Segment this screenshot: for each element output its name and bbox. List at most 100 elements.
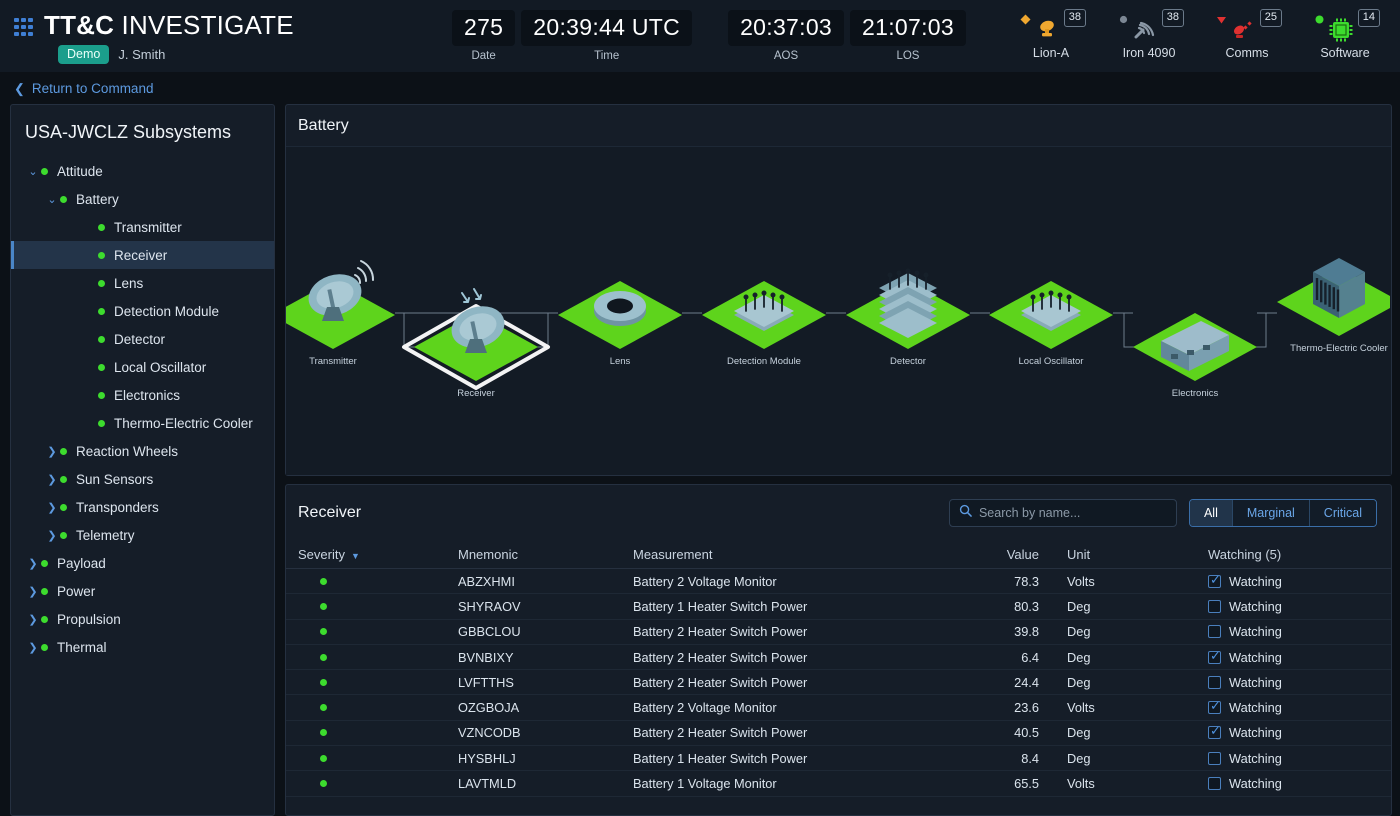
status-iron-4090[interactable]: 38 Iron 4090 (1110, 6, 1188, 60)
sidebar-item-lens[interactable]: Lens (11, 269, 274, 297)
chevron-right-icon[interactable]: ❯ (44, 473, 60, 486)
sidebar-item-telemetry[interactable]: ❯Telemetry (11, 521, 274, 549)
status-comms-label: Comms (1225, 46, 1268, 60)
table-row[interactable]: LAVTMLDBattery 1 Voltage Monitor65.5Volt… (286, 771, 1391, 796)
chevron-right-icon[interactable]: ❯ (25, 557, 41, 570)
sidebar-item-power[interactable]: ❯Power (11, 577, 274, 605)
chevron-right-icon[interactable]: ❯ (25, 613, 41, 626)
sidebar-item-label: Attitude (57, 164, 103, 179)
cell-watching[interactable]: Watching (1208, 650, 1391, 665)
cell-measurement: Battery 1 Heater Switch Power (633, 599, 933, 614)
table-row[interactable]: HYSBHLJBattery 1 Heater Switch Power8.4D… (286, 746, 1391, 771)
cell-unit: Volts (1053, 574, 1208, 589)
subsystem-diagram[interactable]: TransmitterReceiverLensDetection ModuleD… (286, 147, 1391, 475)
cell-watching[interactable]: Watching (1208, 599, 1391, 614)
cell-measurement: Battery 1 Voltage Monitor (633, 776, 933, 791)
sidebar-item-sun-sensors[interactable]: ❯ Sun Sensors (11, 465, 274, 493)
sidebar-item-transponders[interactable]: ❯Transponders (11, 493, 274, 521)
return-to-command-link[interactable]: ❮ Return to Command (14, 81, 153, 96)
sidebar-item-propulsion[interactable]: ❯Propulsion (11, 605, 274, 633)
sidebar-item-label: Sun Sensors (76, 472, 153, 487)
sidebar-item-payload[interactable]: ❯ Payload (11, 549, 274, 577)
chevron-down-icon[interactable]: ⌄ (44, 193, 60, 206)
cell-value: 40.5 (933, 725, 1053, 740)
watching-label: Watching (1229, 599, 1282, 614)
status-circle-green-icon (1314, 12, 1325, 30)
cell-unit: Deg (1053, 650, 1208, 665)
sidebar-item-thermal[interactable]: ❯Thermal (11, 633, 274, 661)
clock-los-value: 21:07:03 (850, 10, 966, 46)
watching-checkbox[interactable] (1208, 651, 1221, 664)
chevron-right-icon[interactable]: ❯ (25, 585, 41, 598)
sidebar-item-reaction-wheels[interactable]: ❯Reaction Wheels (11, 437, 274, 465)
cell-value: 6.4 (933, 650, 1053, 665)
filter-all[interactable]: All (1190, 500, 1233, 526)
column-header-mnemonic[interactable]: Mnemonic (458, 547, 633, 562)
sidebar-title: USA-JWCLZ Subsystems (11, 105, 274, 157)
cell-watching[interactable]: Watching (1208, 700, 1391, 715)
table-row[interactable]: GBBCLOUBattery 2 Heater Switch Power39.8… (286, 620, 1391, 645)
search-input[interactable] (979, 506, 1167, 520)
watching-checkbox[interactable] (1208, 600, 1221, 613)
table-row[interactable]: ABZXHMIBattery 2 Voltage Monitor78.3Volt… (286, 569, 1391, 594)
column-header-unit[interactable]: Unit (1053, 547, 1208, 562)
cell-watching[interactable]: Watching (1208, 675, 1391, 690)
chevron-right-icon[interactable]: ❯ (44, 529, 60, 542)
watching-checkbox[interactable] (1208, 777, 1221, 790)
cell-watching[interactable]: Watching (1208, 725, 1391, 740)
table-row[interactable]: LVFTTHSBattery 2 Heater Switch Power24.4… (286, 670, 1391, 695)
column-header-severity[interactable]: Severity▼ (298, 547, 458, 562)
status-lion-a[interactable]: 38 Lion-A (1012, 6, 1090, 60)
watching-checkbox[interactable] (1208, 752, 1221, 765)
watching-checkbox[interactable] (1208, 575, 1221, 588)
sidebar-item-transmitter[interactable]: Transmitter (11, 213, 274, 241)
status-comms[interactable]: 25 Comms (1208, 6, 1286, 60)
chevron-right-icon[interactable]: ❯ (44, 445, 60, 458)
status-iron-4090-badge: 38 (1162, 9, 1184, 27)
sidebar-item-detection-module[interactable]: Detection Module (11, 297, 274, 325)
severity-dot-icon (320, 755, 327, 762)
cell-mnemonic: BVNBIXY (458, 650, 633, 665)
sidebar-item-detector[interactable]: Detector (11, 325, 274, 353)
search-box[interactable] (949, 499, 1177, 527)
column-header-measurement[interactable]: Measurement (633, 547, 933, 562)
watching-checkbox[interactable] (1208, 701, 1221, 714)
sidebar-item-local-oscillator[interactable]: Local Oscillator (11, 353, 274, 381)
sidebar-item-label: Lens (114, 276, 143, 291)
measurements-table-body[interactable]: ABZXHMIBattery 2 Voltage Monitor78.3Volt… (286, 569, 1391, 815)
status-software[interactable]: 14 Software (1306, 6, 1384, 60)
chevron-down-icon[interactable]: ⌄ (25, 165, 41, 178)
chevron-right-icon[interactable]: ❯ (44, 501, 60, 514)
cell-watching[interactable]: Watching (1208, 751, 1391, 766)
cell-value: 23.6 (933, 700, 1053, 715)
severity-dot-icon (320, 628, 327, 635)
sidebar-item-thermo-electric-cooler[interactable]: Thermo-Electric Cooler (11, 409, 274, 437)
table-row[interactable]: BVNBIXYBattery 2 Heater Switch Power6.4D… (286, 645, 1391, 670)
filter-critical[interactable]: Critical (1310, 500, 1376, 526)
table-row[interactable]: OZGBOJABattery 2 Voltage Monitor23.6Volt… (286, 695, 1391, 720)
watching-checkbox[interactable] (1208, 726, 1221, 739)
sidebar-item-battery[interactable]: ⌄Battery (11, 185, 274, 213)
table-row[interactable]: SHYRAOVBattery 1 Heater Switch Power80.3… (286, 594, 1391, 619)
filter-marginal[interactable]: Marginal (1233, 500, 1310, 526)
cell-severity (298, 603, 458, 610)
cell-watching[interactable]: Watching (1208, 624, 1391, 639)
status-dot-icon (41, 560, 48, 567)
grid-apps-icon[interactable] (14, 18, 33, 37)
table-row[interactable]: VZNCODBBattery 2 Heater Switch Power40.5… (286, 721, 1391, 746)
column-header-severity-label: Severity (298, 547, 345, 562)
column-header-value[interactable]: Value (933, 547, 1053, 562)
sidebar-item-attitude[interactable]: ⌄ Attitude (11, 157, 274, 185)
sidebar-item-receiver[interactable]: Receiver (11, 241, 274, 269)
cell-watching[interactable]: Watching (1208, 776, 1391, 791)
cell-watching[interactable]: Watching (1208, 574, 1391, 589)
cell-severity (298, 679, 458, 686)
cell-mnemonic: SHYRAOV (458, 599, 633, 614)
watching-checkbox[interactable] (1208, 625, 1221, 638)
table-header-row: Severity▼ Mnemonic Measurement Value Uni… (286, 541, 1391, 569)
sidebar-item-electronics[interactable]: Electronics (11, 381, 274, 409)
cell-value: 65.5 (933, 776, 1053, 791)
sidebar-item-label: Payload (57, 556, 106, 571)
watching-checkbox[interactable] (1208, 676, 1221, 689)
chevron-right-icon[interactable]: ❯ (25, 641, 41, 654)
